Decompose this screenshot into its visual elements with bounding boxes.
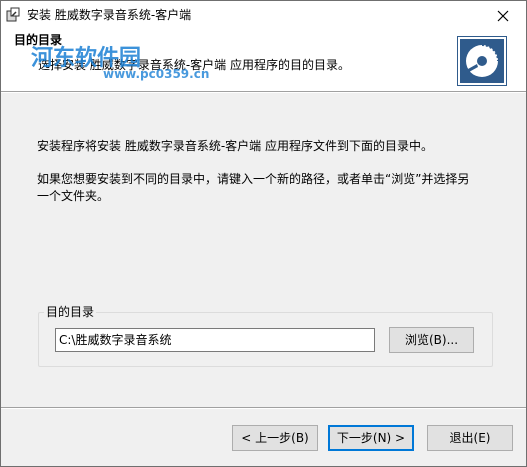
browse-button[interactable]: 浏览(B)... — [389, 327, 474, 353]
window-title: 安装 胜威数字录音系统-客户端 — [27, 8, 192, 22]
page-title: 目的目录 — [14, 33, 63, 47]
exit-button[interactable]: 退出(E) — [427, 425, 513, 451]
change-dir-hint-text: 如果您想要安装到不同的目录中，请键入一个新的路径，或者单击“浏览”并选择另一个文… — [37, 172, 470, 203]
installer-window: 安装 胜威数字录音系统-客户端 目的目录 选择安装 胜威数字录音系统-客户端 应… — [0, 0, 527, 467]
page-subtitle: 选择安装 胜威数字录音系统-客户端 应用程序的目的目录。 — [38, 58, 350, 72]
destination-folder-group: 目的目录 C:\胜威数字录音系统 浏览(B)... — [38, 304, 493, 367]
close-icon — [497, 10, 509, 21]
title-bar[interactable]: 安装 胜威数字录音系统-客户端 — [1, 1, 526, 30]
installer-icon — [5, 7, 21, 23]
header-panel: 目的目录 选择安装 胜威数字录音系统-客户端 应用程序的目的目录。 河东软件园 … — [1, 30, 526, 91]
back-button[interactable]: < 上一步(B) — [232, 425, 318, 451]
header-divider — [1, 91, 526, 93]
destination-group-label: 目的目录 — [44, 304, 97, 320]
install-info-text: 安装程序将安装 胜威数字录音系统-客户端 应用程序文件到下面的目录中。 — [37, 139, 433, 153]
next-button[interactable]: 下一步(N) > — [328, 425, 414, 451]
destination-path-field[interactable]: C:\胜威数字录音系统 — [55, 328, 375, 352]
installer-disc-logo — [457, 36, 507, 86]
footer-divider — [1, 407, 526, 409]
close-button[interactable] — [480, 1, 526, 30]
